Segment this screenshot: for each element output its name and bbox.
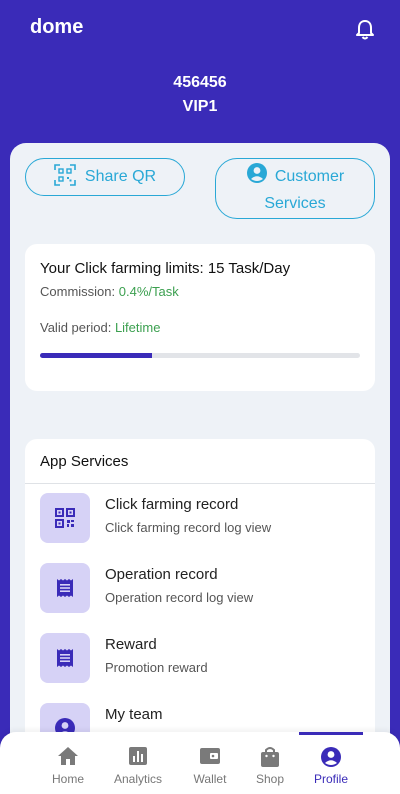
nav-profile[interactable]: Profile xyxy=(301,732,361,794)
limits-progress-bar xyxy=(40,353,360,358)
commission-label: Commission: xyxy=(40,284,116,299)
shop-icon xyxy=(240,746,300,768)
commission-row: Commission: 0.4%/Task xyxy=(40,284,179,299)
account-circle-icon xyxy=(246,162,275,192)
customer-services-label-line2: Services xyxy=(264,194,326,212)
limits-title: Your Click farming limits: 15 Task/Day xyxy=(40,260,291,277)
service-item-reward[interactable]: Reward Promotion reward xyxy=(40,629,370,683)
customer-services-button[interactable]: Customer Services xyxy=(215,158,375,219)
nav-wallet[interactable]: Wallet xyxy=(180,732,240,794)
valid-period-label: Valid period: xyxy=(40,320,112,335)
brand-logo: dome xyxy=(30,16,84,38)
app-services-header: App Services xyxy=(40,453,129,470)
limits-progress-fill xyxy=(40,353,152,358)
wallet-icon xyxy=(180,746,240,768)
qr-scan-icon xyxy=(54,163,85,191)
click-farming-limits-card: Your Click farming limits: 15 Task/Day C… xyxy=(25,244,375,391)
valid-period-row: Valid period: Lifetime xyxy=(40,320,160,335)
service-subtitle: Operation record log view xyxy=(105,590,254,605)
service-title: Reward xyxy=(105,636,157,653)
user-id: 456456 xyxy=(173,74,227,91)
share-qr-label: Share QR xyxy=(84,168,157,185)
qr-code-icon xyxy=(40,493,90,543)
nav-home[interactable]: Home xyxy=(38,732,98,794)
service-item-click-farming-record[interactable]: Click farming record Click farming recor… xyxy=(40,489,370,543)
bottom-navigation: Home Analytics Wallet Shop Profile xyxy=(0,732,400,794)
valid-period-value: Lifetime xyxy=(114,320,161,335)
nav-label: Home xyxy=(51,772,84,786)
nav-label: Wallet xyxy=(193,772,227,786)
share-qr-button[interactable]: Share QR xyxy=(25,158,185,196)
notification-bell-icon[interactable] xyxy=(355,19,375,41)
nav-shop[interactable]: Shop xyxy=(240,732,300,794)
commission-value: 0.4%/Task xyxy=(118,284,179,299)
app-header: dome 456456 VIP1 xyxy=(0,0,400,150)
receipt-icon xyxy=(40,563,90,613)
nav-label: Profile xyxy=(313,772,348,786)
customer-services-label-line1: Customer xyxy=(274,167,345,185)
home-icon xyxy=(38,746,98,768)
profile-icon xyxy=(301,746,361,768)
nav-label: Analytics xyxy=(113,772,163,786)
service-title: Click farming record xyxy=(105,496,239,513)
vip-level: VIP1 xyxy=(182,98,218,115)
service-subtitle: Promotion reward xyxy=(105,660,208,675)
nav-analytics[interactable]: Analytics xyxy=(108,732,168,794)
service-subtitle: Click farming record log view xyxy=(105,520,272,535)
nav-label: Shop xyxy=(255,772,285,786)
service-title: My team xyxy=(105,706,163,723)
service-title: Operation record xyxy=(105,566,218,583)
service-item-operation-record[interactable]: Operation record Operation record log vi… xyxy=(40,559,370,613)
receipt-icon xyxy=(40,633,90,683)
divider xyxy=(25,483,375,484)
analytics-icon xyxy=(108,746,168,768)
